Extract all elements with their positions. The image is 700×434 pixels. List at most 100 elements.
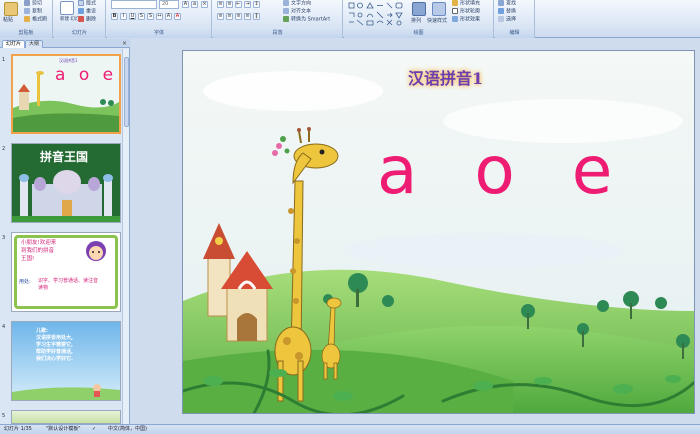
delete-label: 删除 — [86, 16, 97, 23]
clipboard-group-label: 剪贴板 — [0, 29, 52, 38]
shrink-font-icon[interactable]: a — [191, 1, 198, 8]
slide-thumbnail-3[interactable]: 小朋友!欢迎来 到我们的拼音 王国! 用处: 识字、学习普通话、读注音读物 — [11, 232, 121, 312]
slide-thumbnail-4[interactable]: 儿歌: 汉语拼音用处大, 学习生字需要它, 帮助学好普通话, 我们决心学好它. — [11, 321, 121, 401]
status-bar: 幻灯片 1/35 "默认设计模板" ✓ 中文(简体，中国) — [0, 424, 700, 434]
align-left-icon[interactable]: ≡ — [217, 13, 224, 20]
slide-number-3: 3 — [2, 235, 6, 241]
spell-check-icon[interactable]: ✓ — [92, 425, 96, 434]
cut-label: 剪切 — [32, 0, 43, 7]
slide-number-4: 4 — [2, 324, 6, 330]
thumb-3-line2: 到我们的拼音 — [21, 248, 55, 254]
numbering-icon[interactable]: ≡ — [226, 1, 233, 8]
slide-thumbnail-2[interactable]: 拼音王国 — [11, 143, 121, 223]
case-icon[interactable]: A — [165, 13, 172, 20]
select-label: 选择 — [506, 16, 517, 23]
current-slide[interactable]: 汉语拼音1 a o e — [182, 50, 695, 414]
align-text-button[interactable]: 对齐文本 — [283, 8, 311, 16]
slide-number-5: 5 — [2, 413, 6, 419]
reset-button[interactable]: 重设 — [78, 8, 96, 16]
arrange-icon[interactable] — [412, 2, 426, 16]
language-indicator: 中文(简体，中国) — [108, 426, 147, 432]
layout-icon — [78, 0, 84, 6]
strikethrough-icon[interactable]: S — [138, 13, 145, 20]
font-size-combo[interactable]: 20 — [159, 0, 179, 9]
shape-effects-button[interactable]: 形状效果 — [452, 16, 480, 24]
tab-slides[interactable]: 幻灯片 — [2, 40, 26, 48]
slides-group: 新建 幻灯片 版式 重设 删除 幻灯片 — [54, 0, 106, 38]
format-painter-label: 格式刷 — [32, 16, 48, 23]
brush-icon — [24, 16, 30, 22]
line-spacing-icon[interactable]: ↕ — [253, 1, 260, 8]
shape-fill-button[interactable]: 形状填充 — [452, 0, 480, 8]
thumb-3-use-label: 用处: — [19, 279, 31, 285]
thumb-4-line3: 学习生字需要它, — [36, 342, 73, 348]
cut-button[interactable]: 剪切 — [24, 0, 42, 8]
new-slide-icon[interactable] — [60, 1, 74, 15]
clipboard-group: 粘贴 剪切 复制 格式刷 剪贴板 — [0, 0, 53, 38]
shape-effects-label: 形状效果 — [460, 16, 481, 23]
delete-button[interactable]: 删除 — [78, 16, 96, 24]
grow-font-icon[interactable]: A — [182, 1, 189, 8]
smartart-label: 转换为 SmartArt — [291, 16, 331, 23]
paste-icon[interactable] — [4, 2, 18, 16]
select-button[interactable]: 选择 — [498, 16, 516, 24]
align-text-icon — [283, 8, 289, 14]
delete-icon — [78, 16, 84, 22]
thumb-1-letters: a o e — [55, 65, 118, 85]
panel-scrollbar-thumb[interactable] — [124, 57, 129, 127]
slide-title[interactable]: 汉语拼音1 — [408, 65, 483, 89]
thumb-3-line1: 小朋友!欢迎来 — [21, 240, 57, 246]
cursor-icon — [498, 16, 504, 22]
slide-background-illustration — [183, 51, 694, 413]
font-color-icon[interactable]: A — [174, 13, 181, 20]
font-group: 20 A a × B I U S S ↔ A A 字体 — [107, 0, 212, 38]
editing-group-label: 编辑 — [495, 29, 534, 38]
copy-button[interactable]: 复制 — [24, 8, 42, 16]
thumb-4-line1: 儿歌: — [36, 328, 48, 334]
text-direction-button[interactable]: 文字方向 — [283, 0, 311, 8]
clear-format-icon[interactable]: × — [201, 1, 208, 8]
text-direction-icon — [283, 0, 289, 6]
replace-button[interactable]: 替换 — [498, 8, 516, 16]
columns-icon[interactable]: ‖ — [253, 13, 260, 20]
shadow-icon[interactable]: S — [147, 13, 154, 20]
replace-icon — [498, 8, 504, 14]
text-direction-label: 文字方向 — [291, 0, 312, 7]
justify-icon[interactable]: ≡ — [244, 13, 251, 20]
find-button[interactable]: 查找 — [498, 0, 516, 8]
format-painter-button[interactable]: 格式刷 — [24, 16, 47, 24]
layout-button[interactable]: 版式 — [78, 0, 96, 8]
underline-icon[interactable]: U — [129, 13, 136, 20]
quick-styles-button[interactable]: 快速样式 — [427, 18, 447, 25]
slide-number-1: 1 — [2, 57, 6, 63]
shape-outline-button[interactable]: 形状轮廓 — [452, 8, 480, 16]
tab-outline[interactable]: 大纲 — [25, 40, 44, 48]
thumb-1-title: 汉语拼音1 — [59, 58, 78, 63]
copy-icon — [24, 8, 30, 14]
spacing-icon[interactable]: ↔ — [156, 13, 163, 20]
panel-scrollbar[interactable] — [122, 49, 129, 424]
copy-label: 复制 — [32, 8, 43, 15]
align-center-icon[interactable]: ≡ — [226, 13, 233, 20]
paragraph-group-label: 段落 — [213, 29, 342, 38]
close-panel-icon[interactable]: × — [122, 40, 127, 47]
slide-editor: 汉语拼音1 a o e — [131, 39, 700, 424]
font-name-combo[interactable] — [111, 0, 157, 9]
thumb-3-girl-icon — [86, 241, 106, 261]
bold-icon[interactable]: B — [111, 13, 118, 20]
slide-thumbnail-1[interactable]: 汉语拼音1 a o e — [11, 54, 121, 134]
increase-indent-icon[interactable]: ⇥ — [244, 1, 251, 8]
quick-styles-icon[interactable] — [432, 2, 446, 16]
slide-letters-aoe[interactable]: a o e — [377, 131, 630, 211]
shape-outline-label: 形状轮廓 — [460, 8, 481, 15]
arrange-button[interactable]: 排列 — [411, 18, 421, 25]
decrease-indent-icon[interactable]: ⇤ — [235, 1, 242, 8]
slide-thumbnail-5[interactable] — [11, 410, 121, 424]
panel-tabs: 幻灯片 大纲 × — [0, 39, 130, 48]
shapes-gallery-icon[interactable] — [347, 1, 407, 27]
paste-button[interactable]: 粘贴 — [3, 17, 13, 24]
bullets-icon[interactable]: ≡ — [217, 1, 224, 8]
italic-icon[interactable]: I — [120, 13, 127, 20]
smartart-button[interactable]: 转换为 SmartArt — [283, 16, 330, 24]
align-right-icon[interactable]: ≡ — [235, 13, 242, 20]
